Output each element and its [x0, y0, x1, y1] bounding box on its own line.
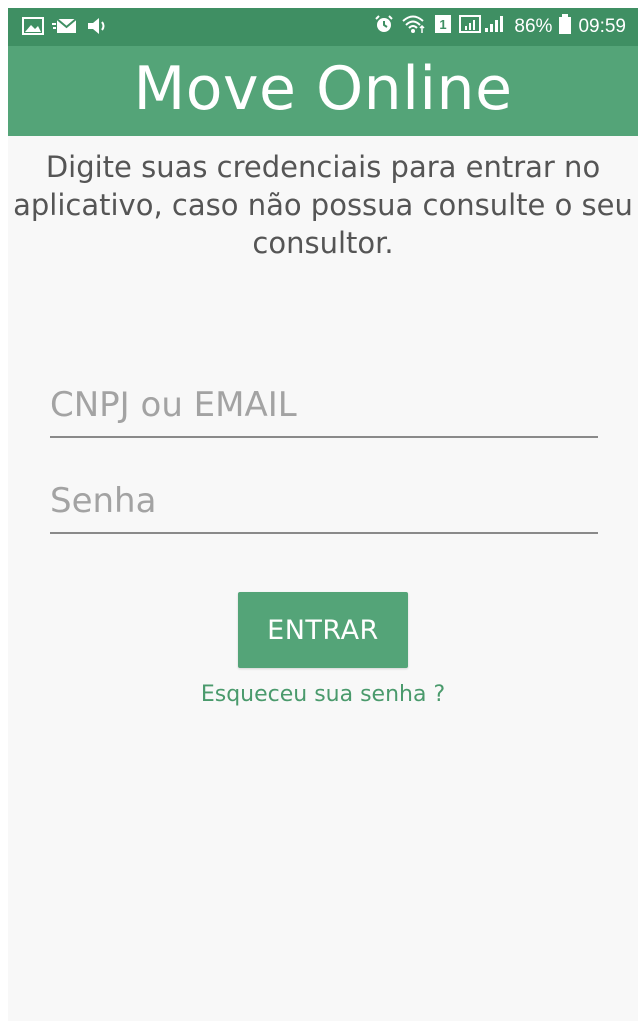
gallery-icon — [22, 17, 44, 40]
sim-icon: 1 — [434, 14, 452, 40]
wifi-icon — [401, 14, 427, 40]
login-button[interactable]: ENTRAR — [238, 592, 408, 668]
battery-icon — [559, 14, 572, 40]
svg-text:1: 1 — [440, 17, 447, 32]
password-field[interactable] — [50, 476, 598, 534]
app-title: Move Online — [133, 54, 513, 124]
forgot-password-link[interactable]: Esqueceu sua senha ? — [8, 682, 638, 707]
alarm-icon — [374, 14, 394, 40]
signal-icon — [459, 14, 507, 40]
app-bar: Move Online — [8, 46, 638, 136]
status-bar-system: 1 86% 09:59 — [374, 14, 626, 40]
clock: 09:59 — [578, 16, 626, 37]
status-bar: 1 86% 09:59 — [8, 8, 638, 46]
battery-percent: 86% — [514, 16, 553, 37]
speaker-icon — [86, 17, 110, 40]
login-instructions: Digite suas credenciais para entrar no a… — [13, 150, 633, 260]
email-field[interactable] — [50, 380, 598, 438]
message-icon — [52, 17, 78, 40]
status-bar-notifications — [22, 17, 110, 40]
app-screen: 1 86% 09:59 Move Online Digite suas cred… — [8, 8, 638, 1021]
